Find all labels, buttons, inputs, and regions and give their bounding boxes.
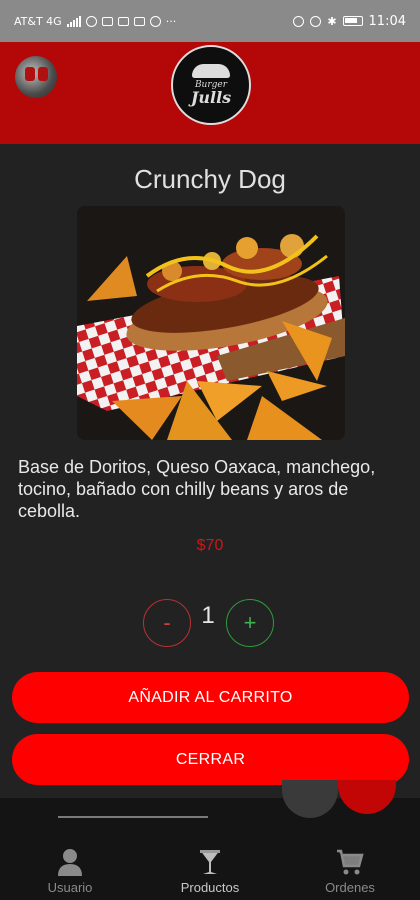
signal-icon (66, 15, 81, 27)
whatsapp-icon (85, 15, 97, 27)
battery-icon (342, 16, 363, 26)
facebook-icon (149, 15, 161, 27)
avatar[interactable] (15, 56, 57, 98)
clock: 11:04 (368, 13, 406, 29)
app-header: Burger Julls (0, 42, 420, 144)
product-price: $70 (196, 537, 224, 554)
carrier-label: AT&T 4G (14, 14, 62, 28)
mail-icon (133, 16, 145, 26)
nav-label-usuario: Usuario (47, 880, 93, 895)
nav-item-ordenes[interactable]: Ordenes (280, 838, 420, 900)
brand-logo: Burger Julls (171, 45, 251, 125)
background-add-button (338, 780, 396, 814)
increase-quantity-button[interactable]: + (226, 599, 274, 647)
nav-label-productos: Productos (180, 880, 240, 895)
mute-icon (310, 15, 322, 27)
nav-label-ordenes: Ordenes (325, 880, 375, 895)
product-title: Crunchy Dog (134, 164, 286, 194)
product-description: Base de Doritos, Queso Oaxaca, manchego,… (18, 457, 376, 521)
nav-item-usuario[interactable]: Usuario (0, 838, 140, 900)
glass-icon (200, 850, 220, 874)
logo-text-bottom: Julls (190, 88, 232, 107)
background-divider (58, 816, 208, 818)
product-modal: Crunchy Dog Base de Doritos, Queso Oaxac… (0, 144, 420, 798)
more-icon: ··· (165, 14, 177, 28)
product-image (77, 206, 345, 440)
background-card-image (282, 780, 338, 818)
burger-icon (192, 64, 230, 78)
quantity-value: 1 (201, 602, 215, 629)
add-to-cart-button[interactable]: AÑADIR AL CARRITO (12, 672, 409, 723)
cart-icon (337, 849, 364, 875)
mail-icon (117, 16, 129, 26)
nav-item-productos[interactable]: Productos (140, 838, 280, 900)
bottom-navigation: Usuario Productos Ordenes (0, 838, 420, 900)
status-bar: AT&T 4G ··· ✱ 11:04 (0, 0, 420, 42)
alarm-icon (293, 15, 305, 27)
close-button[interactable]: CERRAR (12, 734, 409, 785)
bluetooth-icon: ✱ (327, 14, 337, 28)
decrease-quantity-button[interactable]: - (143, 599, 191, 647)
mail-icon (101, 16, 113, 26)
user-icon (58, 849, 82, 876)
